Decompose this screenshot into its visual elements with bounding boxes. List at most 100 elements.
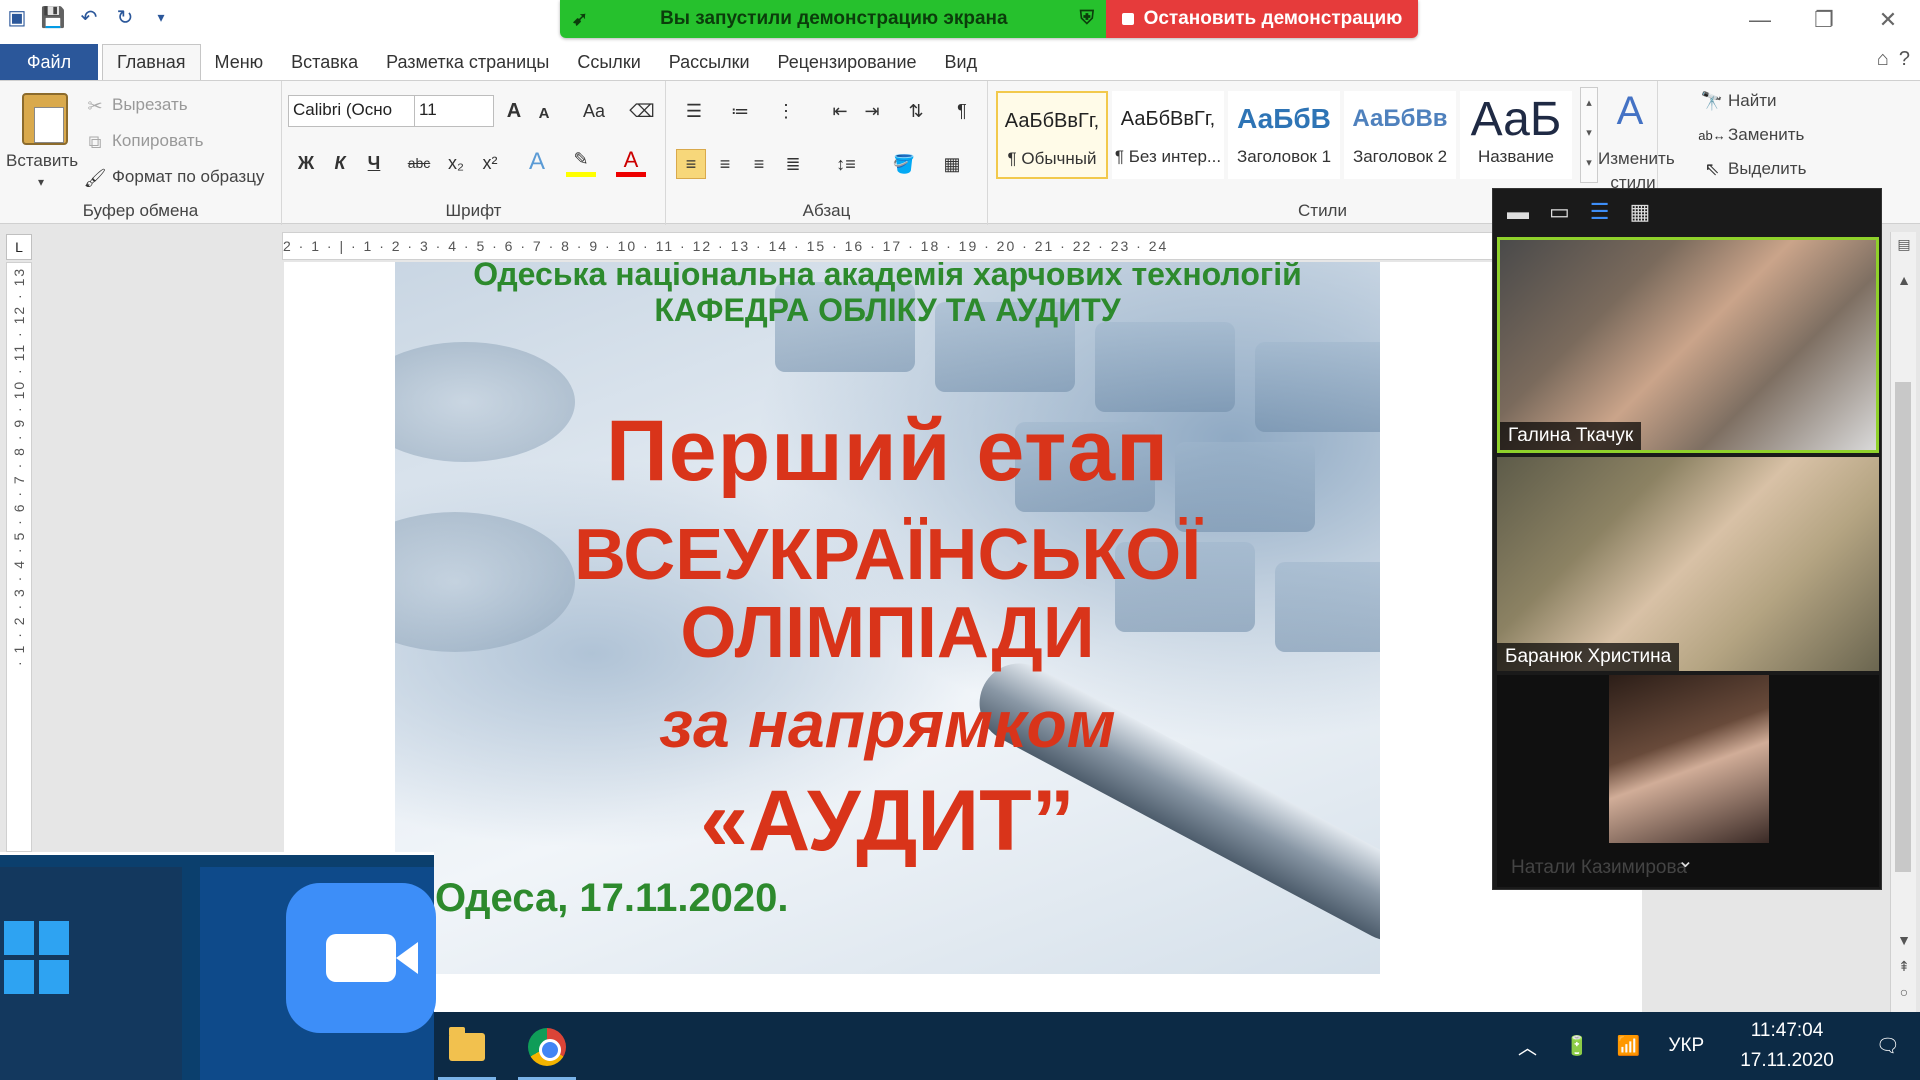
show-marks-icon[interactable]: ¶ (948, 97, 976, 125)
bullets-icon[interactable]: ☰ (676, 97, 712, 125)
participant-video-tile[interactable]: Натали Казимирова ⌄ (1497, 675, 1879, 887)
change-case-button[interactable]: Aa (574, 97, 614, 125)
sort-icon[interactable]: ⇅ (902, 97, 930, 125)
font-name-combo[interactable]: Calibri (Осно (288, 95, 416, 127)
taskbar: ︿ 🔋 📶 УКР 11:47:04 17.11.2020 🗨 (434, 1012, 1920, 1080)
speaker-view-icon[interactable]: ☰ (1590, 199, 1610, 225)
tab-insert[interactable]: Вставка (277, 44, 372, 80)
font-group: Calibri (Осно 11 A A Aa ⌫ Ж К Ч abc x₂ x… (282, 81, 666, 225)
clock[interactable]: 11:47:04 17.11.2020 (1718, 1016, 1856, 1076)
bold-button[interactable]: Ж (292, 149, 320, 177)
minimize-icon[interactable]: — (1728, 0, 1792, 40)
collapse-ribbon-icon[interactable]: ⌂ (1877, 48, 1889, 71)
chevron-down-icon[interactable]: ⌄ (1677, 848, 1694, 873)
tab-mailings[interactable]: Рассылки (655, 44, 764, 80)
customize-qat-icon[interactable]: ▾ (148, 4, 174, 30)
browse-object-icon[interactable]: ○ (1891, 984, 1917, 1000)
wifi-icon[interactable]: 📶 (1603, 1034, 1655, 1058)
highlight-icon[interactable]: ✎ (566, 147, 596, 177)
poster-title-line5: «АУДИТ” (700, 773, 1075, 869)
increase-indent-icon[interactable]: ⇥ (858, 97, 886, 125)
line-spacing-icon[interactable]: ↕≡ (826, 149, 866, 179)
italic-button[interactable]: К (326, 149, 354, 177)
brush-icon: 🖌 (83, 167, 107, 188)
styles-scroll[interactable]: ▴ ▾ ▾ (1580, 87, 1598, 183)
numbering-icon[interactable]: ≔ (722, 97, 758, 125)
stop-share-button[interactable]: Остановить демонстрацию (1106, 0, 1418, 38)
scroll-down-icon[interactable]: ▼ (1891, 932, 1917, 948)
scroll-up-icon[interactable]: ▲ (1891, 272, 1917, 288)
zoom-app-tile[interactable] (200, 867, 436, 1080)
tab-review[interactable]: Рецензирование (764, 44, 931, 80)
strikethrough-button[interactable]: abc (402, 149, 436, 177)
horizontal-ruler[interactable]: 2 · 1 · | · 1 · 2 · 3 · 4 · 5 · 6 · 7 · … (282, 232, 1502, 260)
style-no-spacing[interactable]: АаБбВвГг, ¶ Без интер... (1112, 91, 1224, 179)
hide-video-icon[interactable]: ▭ (1549, 199, 1570, 225)
grow-font-button[interactable]: A (500, 97, 528, 125)
align-center-icon[interactable]: ≡ (710, 149, 740, 179)
tab-file[interactable]: Файл (0, 44, 98, 80)
borders-icon[interactable]: ▦ (932, 149, 972, 179)
style-heading2[interactable]: АаБбВв Заголовок 2 (1344, 91, 1456, 179)
language-indicator[interactable]: УКР (1654, 1035, 1718, 1057)
multilevel-list-icon[interactable]: ⋮ (768, 97, 804, 125)
change-styles-icon: A (1616, 88, 1644, 133)
align-right-icon[interactable]: ≡ (744, 149, 774, 179)
shrink-font-button[interactable]: A (530, 99, 558, 127)
olympiad-poster-image: Одеська національна академія харчових те… (395, 262, 1380, 974)
maximize-icon[interactable]: ❐ (1792, 0, 1856, 40)
gallery-view-icon[interactable]: ▦ (1630, 199, 1651, 225)
vertical-ruler[interactable]: · 1 · 2 · 3 · 4 · 5 · 6 · 7 · 8 · 9 · 10… (6, 262, 32, 852)
style-title-name: Название (1478, 147, 1554, 166)
vertical-ruler-scale: · 1 · 2 · 3 · 4 · 5 · 6 · 7 · 8 · 9 · 10… (11, 267, 27, 667)
cut-label: Вырезать (112, 95, 188, 114)
tab-references[interactable]: Ссылки (563, 44, 654, 80)
clear-format-icon[interactable]: ⌫ (628, 97, 656, 125)
font-size-combo[interactable]: 11 (414, 95, 494, 127)
scroll-thumb[interactable] (1895, 382, 1911, 872)
participant-video-tile[interactable]: Баранюк Христина (1497, 457, 1879, 671)
help-icon[interactable]: ? (1899, 48, 1910, 71)
copy-label: Копировать (112, 131, 204, 150)
document-scrollbar[interactable]: ▤ ▲ ▼ ⇞ ○ (1890, 232, 1916, 1012)
style-title[interactable]: АаБ Название (1460, 91, 1572, 179)
chevron-up-icon[interactable]: ︿ (1504, 1033, 1551, 1060)
tab-view[interactable]: Вид (931, 44, 992, 80)
tab-home[interactable]: Главная (102, 44, 201, 80)
zoom-view-toolbar: ▬ ▭ ☰ ▦ (1493, 189, 1881, 235)
paste-button[interactable]: Вставить ▾ (4, 85, 80, 195)
align-left-icon[interactable]: ≡ (676, 149, 706, 179)
tab-page-layout[interactable]: Разметка страницы (372, 44, 563, 80)
share-status: ➹ Вы запустили демонстрацию экрана ⛨ (560, 0, 1106, 38)
change-styles-button[interactable]: A Изменить стили (1598, 85, 1675, 195)
redo-icon[interactable]: ↻ (112, 4, 138, 30)
tab-menu[interactable]: Меню (201, 44, 278, 80)
previous-page-icon[interactable]: ⇞ (1891, 958, 1917, 975)
text-effects-icon[interactable]: A (522, 147, 552, 177)
save-icon[interactable]: 💾 (40, 4, 66, 30)
style-heading1[interactable]: АаБбВ Заголовок 1 (1228, 91, 1340, 179)
decrease-indent-icon[interactable]: ⇤ (826, 97, 854, 125)
file-explorer-button[interactable] (442, 1022, 492, 1072)
participant-video-tile[interactable]: Галина Ткачук (1497, 237, 1879, 453)
chrome-button[interactable] (522, 1022, 572, 1072)
replace-label: Заменить (1728, 125, 1805, 144)
font-color-icon[interactable]: A (616, 147, 646, 177)
battery-icon[interactable]: 🔋 (1551, 1034, 1603, 1058)
close-icon[interactable]: ✕ (1856, 0, 1920, 40)
subscript-button[interactable]: x₂ (442, 149, 470, 177)
copy-icon: ⧉ (88, 131, 102, 152)
font-size-value: 11 (419, 100, 437, 119)
superscript-button[interactable]: x² (476, 149, 504, 177)
shading-icon[interactable]: 🪣 (884, 149, 924, 179)
windows-tile[interactable] (0, 867, 182, 1080)
underline-button[interactable]: Ч (360, 149, 388, 177)
justify-icon[interactable]: ≣ (778, 149, 808, 179)
undo-icon[interactable]: ↶ (76, 4, 102, 30)
tab-selector[interactable]: L (6, 234, 32, 260)
style-normal[interactable]: АаБбВвГг, ¶ Обычный (996, 91, 1108, 179)
notifications-icon[interactable]: 🗨 (1856, 1034, 1920, 1058)
replace-icon: ab↔ (1698, 127, 1726, 143)
minimize-video-icon[interactable]: ▬ (1507, 199, 1529, 225)
ruler-toggle-icon[interactable]: ▤ (1891, 236, 1917, 253)
